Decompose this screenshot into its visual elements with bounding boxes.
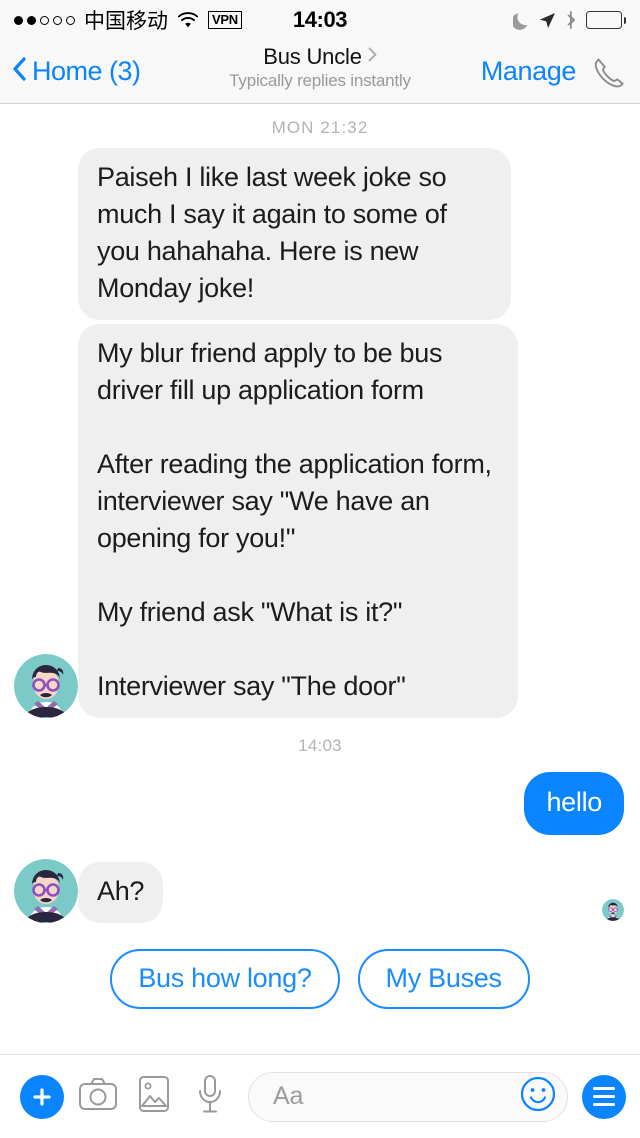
location-arrow-icon — [539, 12, 556, 29]
conversation-title-button[interactable]: Bus Uncle — [263, 44, 377, 70]
signal-dot-filled — [14, 15, 23, 25]
quick-reply-list: Bus how long? My Buses — [0, 923, 640, 1009]
message-row: Ah? — [0, 859, 640, 923]
read-receipt — [590, 899, 624, 923]
message-row: hello — [0, 772, 640, 835]
carrier-label: 中国移动 — [84, 9, 168, 33]
page-title: Bus Uncle — [263, 44, 362, 69]
composer-toolbar: Aa — [0, 1054, 640, 1138]
signal-dot-empty — [40, 15, 49, 25]
signal-dot-filled — [27, 15, 36, 25]
signal-dot-empty — [66, 15, 75, 25]
time-separator: 14:03 — [298, 736, 342, 755]
message-bubble-incoming[interactable]: Paiseh I like last week joke so much I s… — [78, 148, 511, 320]
chevron-right-icon — [368, 47, 377, 67]
phone-icon[interactable] — [590, 55, 624, 89]
back-label: Home (3) — [32, 56, 141, 86]
message-bubble-incoming[interactable]: Ah? — [78, 862, 164, 923]
avatar-slot — [14, 859, 78, 923]
chevron-left-icon — [12, 57, 26, 86]
wifi-icon — [177, 11, 199, 29]
more-options-button[interactable] — [582, 1074, 626, 1119]
bus-uncle-read-receipt-avatar — [602, 899, 624, 921]
bus-uncle-avatar[interactable] — [14, 859, 78, 923]
quick-reply-bus-how-long[interactable]: Bus how long? — [110, 949, 340, 1009]
back-to-home-button[interactable]: Home (3) — [0, 56, 141, 87]
status-bar-right — [513, 10, 626, 30]
messenger-conversation-screen: 中国移动 VPN 14:03 Home (3) Bus Uncle Typica… — [0, 0, 640, 1138]
plus-icon — [20, 1074, 64, 1119]
signal-dot-empty — [53, 15, 62, 25]
hamburger-menu-icon — [593, 1087, 615, 1106]
battery-icon — [586, 11, 626, 29]
navigation-bar: Home (3) Bus Uncle Typically replies ins… — [0, 40, 640, 104]
message-thread: MON 21:32 Paiseh I like last week joke s… — [0, 104, 640, 1015]
vpn-badge: VPN — [208, 11, 242, 29]
status-bar-left: 中国移动 VPN — [14, 5, 242, 35]
message-input-placeholder: Aa — [273, 1082, 304, 1110]
message-input[interactable]: Aa — [248, 1071, 568, 1122]
status-bar: 中国移动 VPN 14:03 — [0, 0, 640, 40]
camera-button[interactable] — [70, 1076, 126, 1117]
message-row: Paiseh I like last week joke so much I s… — [0, 148, 640, 320]
smiley-icon[interactable] — [519, 1075, 557, 1118]
moon-icon — [513, 11, 530, 30]
navigation-bar-actions: Manage — [481, 55, 640, 89]
camera-icon — [78, 1076, 118, 1117]
message-bubble-incoming[interactable]: My blur friend apply to be bus driver fi… — [78, 324, 518, 718]
add-attachment-button[interactable] — [14, 1074, 70, 1119]
avatar-slot — [14, 654, 78, 718]
bluetooth-icon — [565, 10, 577, 30]
message-bubble-outgoing[interactable]: hello — [524, 772, 624, 835]
voice-record-button[interactable] — [182, 1074, 238, 1119]
microphone-icon — [197, 1074, 223, 1119]
quick-reply-my-buses[interactable]: My Buses — [357, 949, 530, 1009]
cellular-signal-strength — [14, 15, 75, 25]
bus-uncle-avatar[interactable] — [14, 654, 78, 718]
photo-gallery-button[interactable] — [126, 1075, 182, 1118]
day-separator: MON 21:32 — [271, 118, 369, 137]
photo-icon — [138, 1075, 170, 1118]
manage-button[interactable]: Manage — [481, 56, 577, 87]
message-row: My blur friend apply to be bus driver fi… — [0, 324, 640, 718]
